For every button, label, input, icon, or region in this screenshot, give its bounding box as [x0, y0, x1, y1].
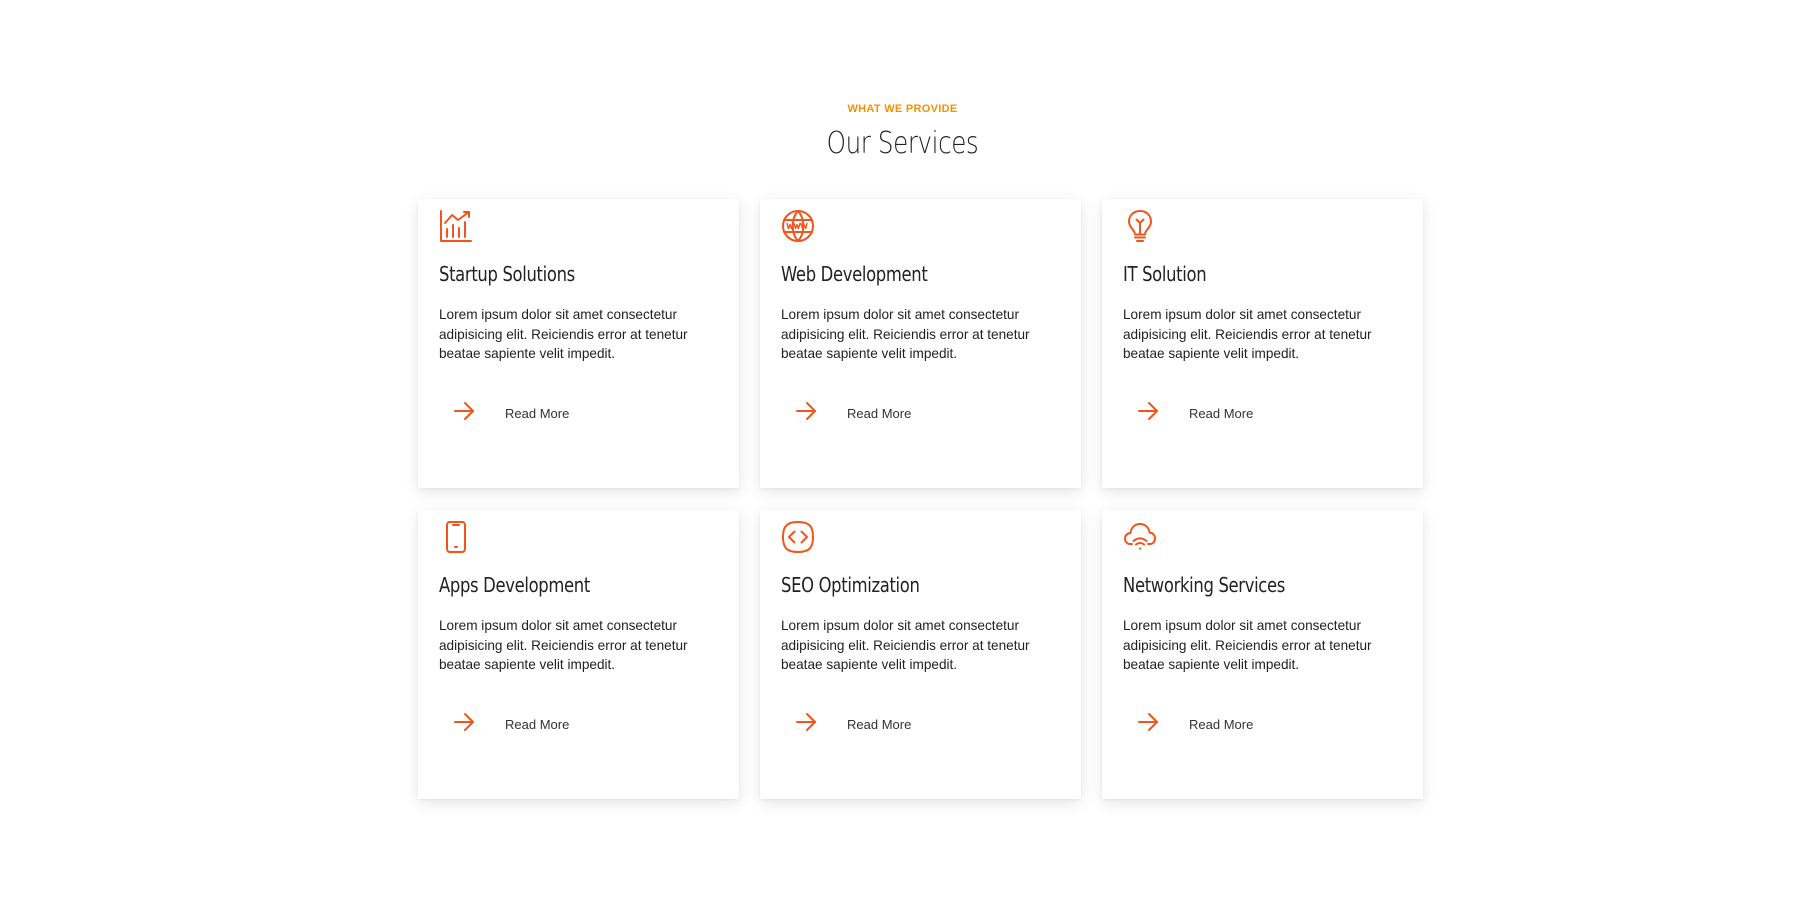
- read-more-label: Read More: [505, 405, 570, 421]
- arrow-right-icon: [1137, 712, 1159, 732]
- arrow-right-icon: [795, 401, 817, 421]
- cloud-wifi-icon: [1123, 520, 1157, 554]
- code-icon: [781, 520, 815, 554]
- service-description: Lorem ipsum dolor sit amet consectetur a…: [1123, 618, 1372, 672]
- service-title: Web Development: [781, 262, 928, 286]
- service-card-networking-services: Networking Services Lorem ipsum dolor si…: [1102, 510, 1423, 799]
- service-card-startup-solutions: Startup Solutions Lorem ipsum dolor sit …: [418, 199, 739, 488]
- read-more-label: Read More: [847, 405, 912, 421]
- service-title: SEO Optimization: [781, 573, 920, 597]
- read-more-link[interactable]: Read More: [1137, 712, 1253, 732]
- service-card-apps-development: Apps Development Lorem ipsum dolor sit a…: [418, 510, 739, 799]
- service-description: Lorem ipsum dolor sit amet consectetur a…: [781, 307, 1030, 361]
- section-eyebrow: WHAT WE PROVIDE: [847, 103, 958, 115]
- service-description: Lorem ipsum dolor sit amet consectetur a…: [781, 618, 1030, 672]
- read-more-link[interactable]: Read More: [795, 712, 911, 732]
- read-more-link[interactable]: Read More: [453, 712, 569, 732]
- globe-www-icon: [781, 209, 815, 243]
- read-more-label: Read More: [1189, 716, 1254, 732]
- read-more-link[interactable]: Read More: [1137, 401, 1253, 421]
- read-more-label: Read More: [847, 716, 912, 732]
- service-description: Lorem ipsum dolor sit amet consectetur a…: [439, 307, 688, 361]
- read-more-link[interactable]: Read More: [795, 401, 911, 421]
- services-grid: Startup Solutions Lorem ipsum dolor sit …: [418, 199, 1423, 799]
- arrow-right-icon: [453, 401, 475, 421]
- section-title: Our Services: [826, 126, 979, 161]
- read-more-link[interactable]: Read More: [453, 401, 569, 421]
- lightbulb-icon: [1123, 209, 1157, 243]
- arrow-right-icon: [1137, 401, 1159, 421]
- service-description: Lorem ipsum dolor sit amet consectetur a…: [439, 618, 688, 672]
- arrow-right-icon: [795, 712, 817, 732]
- service-card-web-development: Web Development Lorem ipsum dolor sit am…: [760, 199, 1081, 488]
- service-card-it-solution: IT Solution Lorem ipsum dolor sit amet c…: [1102, 199, 1423, 488]
- service-title: Apps Development: [439, 573, 590, 597]
- service-description: Lorem ipsum dolor sit amet consectetur a…: [1123, 307, 1372, 361]
- service-card-seo-optimization: SEO Optimization Lorem ipsum dolor sit a…: [760, 510, 1081, 799]
- service-title: Startup Solutions: [439, 262, 575, 286]
- smartphone-icon: [439, 520, 473, 554]
- chart-icon: [439, 209, 473, 243]
- service-title: Networking Services: [1123, 573, 1285, 597]
- read-more-label: Read More: [505, 716, 570, 732]
- service-title: IT Solution: [1123, 262, 1207, 286]
- arrow-right-icon: [453, 712, 475, 732]
- read-more-label: Read More: [1189, 405, 1254, 421]
